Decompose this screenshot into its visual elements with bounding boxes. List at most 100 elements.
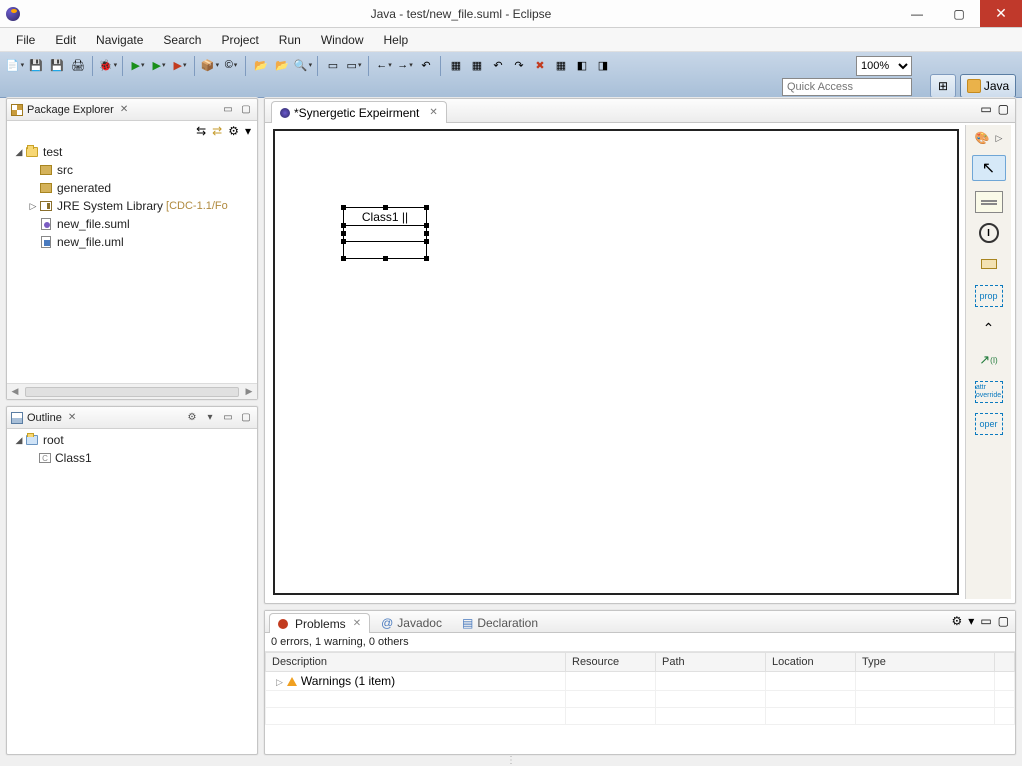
tb-icon-b[interactable]: ▦	[468, 56, 486, 74]
palette-select-tool[interactable]: ↖	[972, 155, 1006, 181]
menu-file[interactable]: File	[6, 30, 45, 50]
maximize-view-icon[interactable]: ▢	[239, 103, 253, 117]
save-button[interactable]: 💾	[27, 56, 45, 74]
outline-root[interactable]: ◢ root	[11, 431, 253, 449]
tree-generated[interactable]: generated	[11, 179, 253, 197]
palette-class-tool[interactable]	[975, 253, 1003, 275]
col-type[interactable]: Type	[856, 653, 995, 672]
annotations-button[interactable]: ▭	[345, 56, 363, 74]
uml-class-name[interactable]: Class1 ||	[344, 208, 426, 226]
new-package-button[interactable]: 📦	[201, 56, 219, 74]
grid-button[interactable]: ▦	[552, 56, 570, 74]
twisty-icon[interactable]: ◢	[13, 435, 25, 446]
outline-icon	[11, 412, 23, 424]
problems-menu-icon[interactable]: ▾	[968, 614, 974, 628]
palette-interface-tool[interactable]: I	[979, 223, 999, 243]
outline-close-icon[interactable]: ✕	[68, 412, 76, 423]
run-dropdown[interactable]: ▶	[129, 56, 147, 74]
col-extra	[995, 653, 1015, 672]
undo-button[interactable]: ↶	[489, 56, 507, 74]
redo-button[interactable]: ↷	[510, 56, 528, 74]
search-button[interactable]: 🔍	[294, 56, 312, 74]
diagram-canvas[interactable]: Class1 ||	[273, 129, 959, 595]
perspective-java[interactable]: Java	[960, 74, 1016, 98]
menu-project[interactable]: Project	[211, 30, 268, 50]
problems-min-icon[interactable]: ▭	[980, 614, 991, 628]
palette-expand-icon[interactable]: ▷	[996, 133, 1003, 144]
quick-access-input[interactable]	[782, 78, 912, 96]
col-path[interactable]: Path	[656, 653, 766, 672]
col-description[interactable]: Description	[266, 653, 566, 672]
package-explorer-scrollbar[interactable]: ◀▶	[7, 383, 257, 399]
palette-prop-tool[interactable]: prop	[975, 285, 1003, 307]
open-task-button[interactable]: 📂	[273, 56, 291, 74]
tb-extra-2[interactable]: ◨	[594, 56, 612, 74]
palette-instantiation-tool[interactable]: ↗(I)	[975, 349, 1003, 371]
editor-tab-close-icon[interactable]: ✕	[429, 107, 437, 118]
tree-jre[interactable]: ▷ JRE System Library [CDC-1.1/Fo	[11, 197, 253, 215]
uml-class-attributes[interactable]	[344, 226, 426, 242]
tree-project[interactable]: ◢ test	[11, 143, 253, 161]
outline-filter-icon[interactable]: ⚙	[185, 411, 199, 425]
collapse-all-icon[interactable]: ⇆	[196, 124, 206, 138]
outline-max-icon[interactable]: ▢	[239, 411, 253, 425]
view-menu-icon[interactable]: ▾	[245, 124, 251, 138]
editor-min-icon[interactable]: ▭	[980, 102, 991, 116]
print-button[interactable]: 🖨	[69, 56, 87, 74]
editor-max-icon[interactable]: ▢	[998, 102, 1009, 116]
run-last-button[interactable]: ▶	[150, 56, 168, 74]
delete-button[interactable]: ✖	[531, 56, 549, 74]
minimize-button[interactable]: —	[896, 0, 938, 27]
package-explorer-close-icon[interactable]: ✕	[120, 104, 128, 115]
palette-attr-override-tool[interactable]: attroverride	[975, 381, 1003, 403]
tree-uml-file[interactable]: new_file.uml	[11, 233, 253, 251]
close-button[interactable]: ✕	[980, 0, 1022, 27]
outline-min-icon[interactable]: ▭	[221, 411, 235, 425]
outline-class1[interactable]: C Class1	[11, 449, 253, 467]
tree-suml-file[interactable]: new_file.suml	[11, 215, 253, 233]
palette-note-tool[interactable]	[975, 191, 1003, 213]
open-perspective-button[interactable]: ⊞	[930, 74, 956, 98]
back-button[interactable]: ←	[375, 56, 393, 74]
tb-extra-1[interactable]: ◧	[573, 56, 591, 74]
editor-tab-synergetic[interactable]: *Synergetic Expeirment ✕	[271, 101, 447, 123]
tab-problems[interactable]: Problems ✕	[269, 613, 370, 633]
tab-javadoc[interactable]: @ Javadoc	[372, 612, 451, 632]
col-location[interactable]: Location	[766, 653, 856, 672]
new-class-button[interactable]: ©	[222, 56, 240, 74]
menu-edit[interactable]: Edit	[45, 30, 86, 50]
debug-dropdown[interactable]: 🐞	[99, 56, 117, 74]
last-edit-button[interactable]: ↶	[417, 56, 435, 74]
outline-menu-icon[interactable]: ▾	[203, 411, 217, 425]
uml-class-shape[interactable]: Class1 ||	[343, 207, 427, 259]
filter-icon[interactable]: ⚙	[228, 124, 239, 138]
coverage-button[interactable]: ▶	[171, 56, 189, 74]
zoom-select[interactable]: 100%	[856, 56, 912, 76]
tree-src[interactable]: src	[11, 161, 253, 179]
twisty-icon[interactable]: ▷	[27, 201, 39, 212]
problems-max-icon[interactable]: ▢	[998, 614, 1009, 628]
tab-declaration[interactable]: ▤ Declaration	[453, 612, 547, 632]
col-resource[interactable]: Resource	[566, 653, 656, 672]
toggle-mark-button[interactable]: ▭	[324, 56, 342, 74]
maximize-button[interactable]: ▢	[938, 0, 980, 27]
palette-generalization-tool[interactable]: ⌃	[975, 317, 1003, 339]
menu-window[interactable]: Window	[311, 30, 374, 50]
new-button[interactable]: 📄	[6, 56, 24, 74]
problems-row-warnings[interactable]: ▷Warnings (1 item)	[266, 672, 1015, 691]
twisty-icon[interactable]: ◢	[13, 147, 25, 158]
tab-problems-close-icon[interactable]: ✕	[353, 618, 361, 629]
open-type-button[interactable]: 📂	[252, 56, 270, 74]
tb-icon-a[interactable]: ▦	[447, 56, 465, 74]
menu-help[interactable]: Help	[374, 30, 419, 50]
save-all-button[interactable]: 💾	[48, 56, 66, 74]
palette-menu-icon[interactable]: 🎨	[975, 131, 990, 145]
link-editor-icon[interactable]: ⇄	[212, 124, 222, 138]
minimize-view-icon[interactable]: ▭	[221, 103, 235, 117]
menu-search[interactable]: Search	[153, 30, 211, 50]
problems-filter-icon[interactable]: ⚙	[952, 614, 963, 628]
forward-button[interactable]: →	[396, 56, 414, 74]
menu-navigate[interactable]: Navigate	[86, 30, 153, 50]
menu-run[interactable]: Run	[269, 30, 311, 50]
palette-oper-tool[interactable]: oper	[975, 413, 1003, 435]
